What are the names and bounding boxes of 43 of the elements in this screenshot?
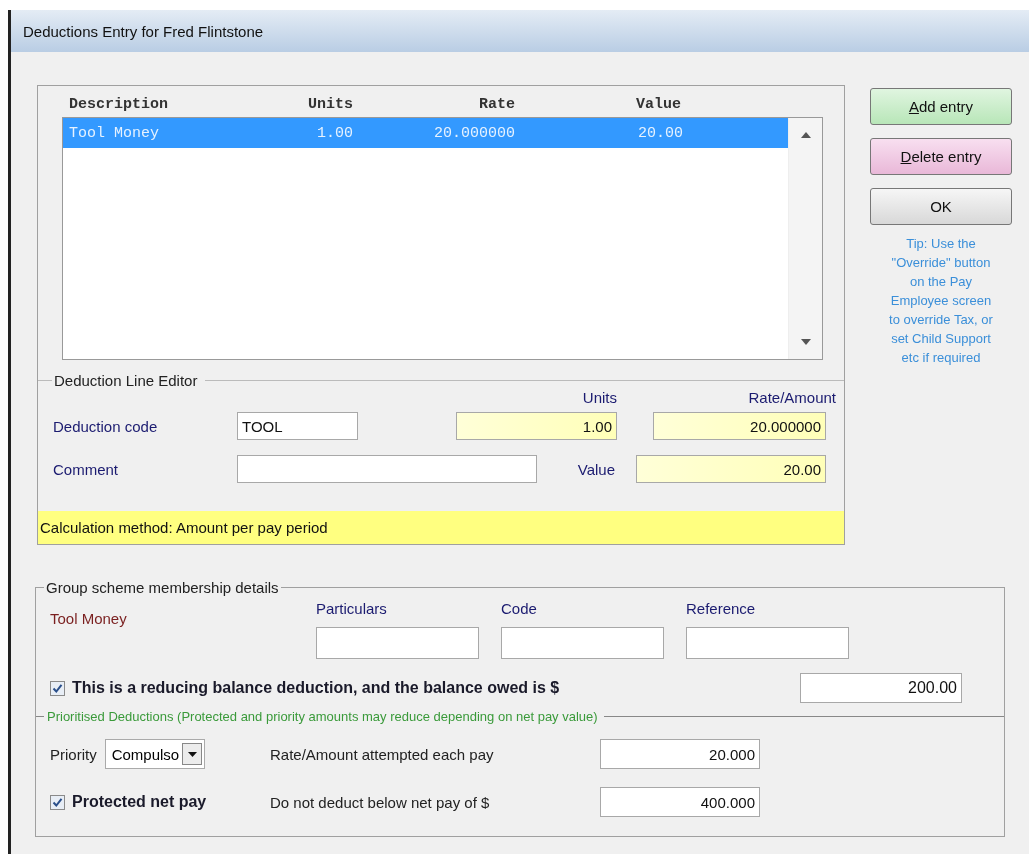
section-title: Prioritised Deductions (Protected and priority amounts may reduce depending on net pay value) (46, 709, 598, 724)
column-header: Value (635, 95, 682, 113)
delete-entry-button[interactable]: Delete entry (870, 138, 1012, 175)
field-label: Do not deduct below net pay of $ (270, 793, 491, 811)
scroll-down-icon[interactable] (800, 339, 811, 345)
column-header: Description (68, 95, 170, 113)
tip-text: Tip: Use the "Override" button on the Pay Employee screen to override Tax, or set Child Support etc if required (888, 235, 994, 367)
scheme-name: Tool Money (50, 609, 128, 627)
field-label: Priority (50, 745, 97, 763)
checkbox-label: Protected net pay (72, 793, 207, 811)
input-field[interactable]: 200.00 (800, 673, 962, 703)
add-entry-button[interactable]: Add entry (870, 88, 1012, 125)
input-field[interactable]: 20.00 (636, 455, 826, 483)
field-label: Particulars (316, 600, 388, 617)
window-title: Deductions Entry for Fred Flintstone (23, 22, 264, 40)
field-label: Value (577, 460, 616, 478)
checkbox[interactable] (50, 680, 65, 696)
input-field[interactable]: 20.000000 (653, 412, 826, 440)
field-label: Rate/Amount attempted each pay (270, 745, 495, 763)
field-label: Units (581, 389, 617, 406)
scroll-up-icon[interactable] (800, 132, 811, 138)
input-field[interactable] (237, 455, 537, 483)
field-label: Comment (53, 460, 120, 478)
input-field[interactable] (316, 627, 479, 659)
checkbox[interactable] (50, 794, 65, 810)
field-label: Code (501, 600, 538, 617)
checkbox-label: This is a reducing balance deduction, and the balance owed is $ (72, 679, 561, 697)
calculation-method: Calculation method: Amount per pay period (40, 519, 328, 536)
input-field[interactable]: TOOL (237, 412, 358, 440)
field-label: Rate/Amount (747, 389, 836, 406)
column-header: Rate (478, 95, 515, 113)
input-field[interactable] (686, 627, 849, 659)
field-label: Reference (686, 600, 757, 617)
field-label: Deduction code (53, 417, 159, 435)
priority-dropdown[interactable]: Compulso (104, 739, 206, 769)
section-title: Deduction Line Editor (53, 372, 199, 389)
input-field[interactable]: 400.000 (600, 787, 760, 817)
input-field[interactable] (501, 627, 664, 659)
input-field[interactable]: 20.000 (600, 739, 760, 769)
input-field[interactable]: 1.00 (456, 412, 617, 440)
ok-button[interactable]: OK (870, 188, 1012, 225)
column-header: Units (307, 95, 353, 113)
section-title: Group scheme membership details (45, 579, 280, 596)
